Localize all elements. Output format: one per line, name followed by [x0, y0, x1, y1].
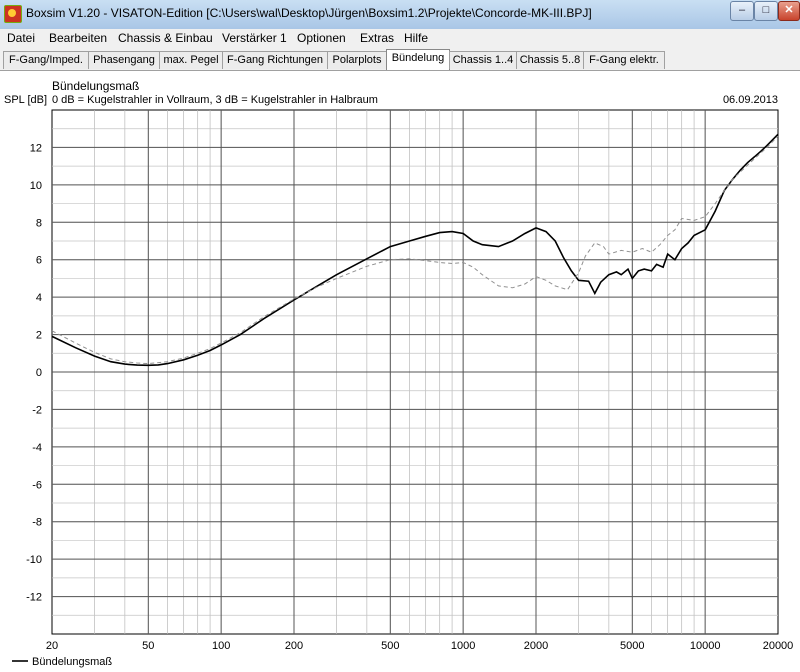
legend-label: Bündelungsmaß — [32, 656, 112, 668]
y-tick-label: -4 — [32, 442, 42, 454]
x-tick-label: 10000 — [690, 640, 721, 652]
chart-panel: Bündelungsmaß 0 dB = Kugelstrahler in Vo… — [0, 71, 800, 672]
tab-bar: F-Gang/Imped. Phasengang max. Pegel F-Ga… — [0, 48, 800, 71]
y-tick-label: 2 — [36, 330, 42, 342]
y-tick-label: 12 — [30, 142, 42, 154]
menu-bar: Datei Bearbeiten Chassis & Einbau Verstä… — [0, 29, 800, 49]
menu-hilfe[interactable]: Hilfe — [404, 31, 428, 45]
y-tick-label: -6 — [32, 479, 42, 491]
x-tick-label: 20000 — [763, 640, 794, 652]
tab-fgang-imped[interactable]: F-Gang/Imped. — [3, 51, 89, 69]
y-tick-label: 8 — [36, 217, 42, 229]
menu-datei[interactable]: Datei — [7, 31, 35, 45]
x-tick-label: 500 — [381, 640, 399, 652]
y-axis-label: SPL [dB] — [4, 94, 47, 106]
y-tick-label: -10 — [26, 554, 42, 566]
y-tick-label: 4 — [36, 292, 42, 304]
y-tick-label: -8 — [32, 517, 42, 529]
boxsim-app-icon[interactable] — [4, 5, 22, 23]
y-tick-label: 0 — [36, 367, 42, 379]
x-tick-label: 200 — [285, 640, 303, 652]
x-tick-label: 5000 — [620, 640, 644, 652]
tab-polarplots[interactable]: Polarplots — [327, 51, 387, 69]
x-tick-label: 20 — [46, 640, 58, 652]
menu-verstaerker[interactable]: Verstärker 1 — [222, 31, 287, 45]
menu-extras[interactable]: Extras — [360, 31, 394, 45]
menu-optionen[interactable]: Optionen — [297, 31, 346, 45]
menu-chassis-einbau[interactable]: Chassis & Einbau — [118, 31, 213, 45]
tab-chassis-5-8[interactable]: Chassis 5..8 — [516, 51, 584, 69]
tab-buendelung[interactable]: Bündelung — [386, 49, 450, 70]
tab-phasengang[interactable]: Phasengang — [88, 51, 160, 69]
title-bar: Boxsim V1.20 - VISATON-Edition [C:\Users… — [0, 0, 800, 30]
x-tick-label: 100 — [212, 640, 230, 652]
maximize-button[interactable]: □ — [754, 1, 778, 21]
directivity-chart: SPL [dB]121086420-2-4-6-8-10-1220 50 100 20… — [4, 94, 794, 668]
y-tick-label: -12 — [26, 592, 42, 604]
tab-chassis-1-4[interactable]: Chassis 1..4 — [449, 51, 517, 69]
x-tick-label: 2000 — [524, 640, 548, 652]
tab-fgang-richtungen[interactable]: F-Gang Richtungen — [222, 51, 328, 69]
tab-max-pegel[interactable]: max. Pegel — [159, 51, 223, 69]
minimize-button[interactable]: – — [730, 1, 754, 21]
window-title: Boxsim V1.20 - VISATON-Edition [C:\Users… — [26, 6, 592, 20]
y-tick-label: 6 — [36, 255, 42, 267]
y-tick-label: -2 — [32, 404, 42, 416]
menu-bearbeiten[interactable]: Bearbeiten — [49, 31, 107, 45]
x-tick-label: 1000 — [451, 640, 475, 652]
tab-fgang-elektr[interactable]: F-Gang elektr. — [583, 51, 665, 69]
y-tick-label: 10 — [30, 180, 42, 192]
x-tick-label: 50 — [142, 640, 154, 652]
close-button[interactable]: ✕ — [778, 1, 800, 21]
